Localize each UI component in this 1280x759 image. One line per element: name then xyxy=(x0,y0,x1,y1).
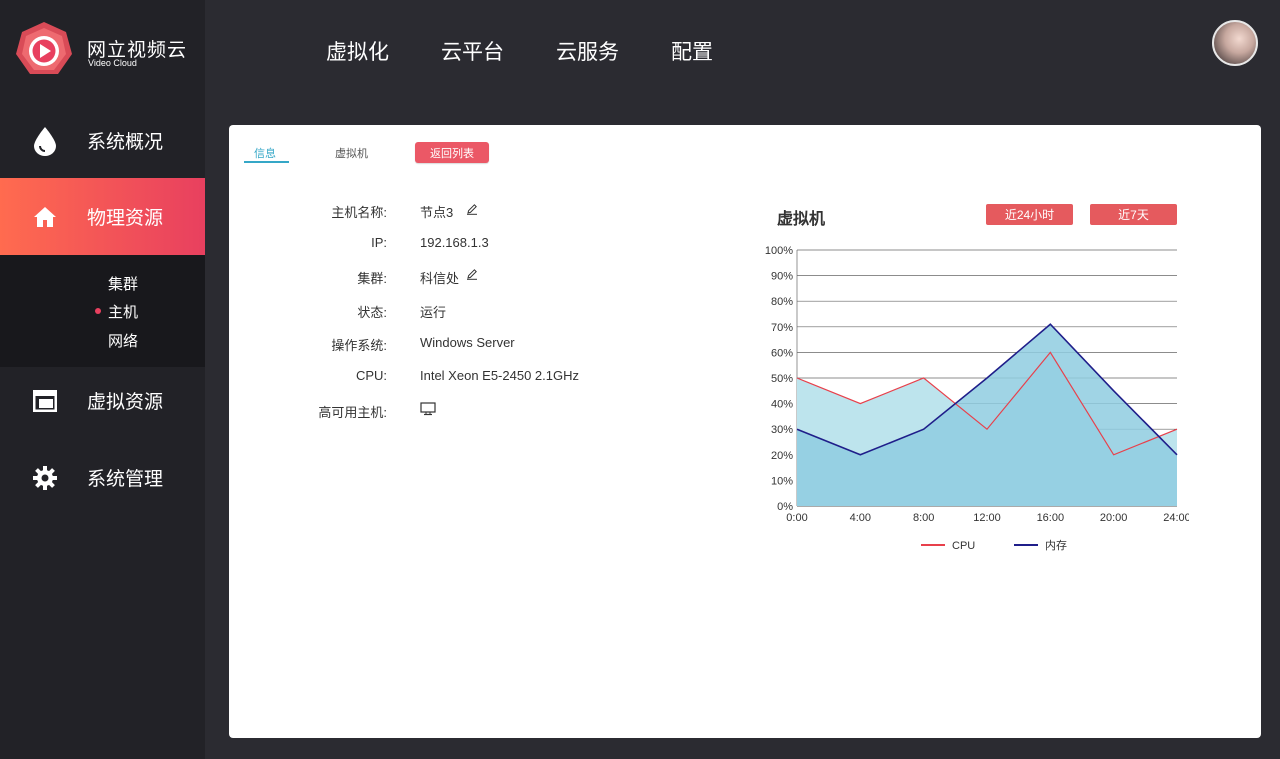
info-value-cpu: Intel Xeon E5-2450 2.1GHz xyxy=(420,368,579,383)
submenu-item-network[interactable]: 网络 xyxy=(108,330,138,351)
y-tick-label: 80% xyxy=(771,296,793,308)
y-tick-label: 50% xyxy=(771,373,793,385)
info-label-cpu: CPU: xyxy=(355,368,387,383)
legend-label: CPU xyxy=(952,540,975,552)
y-tick-label: 70% xyxy=(771,322,793,334)
range-7d-button[interactable]: 近7天 xyxy=(1090,204,1177,225)
brand-subtitle: Video Cloud xyxy=(88,58,137,68)
sidebar-item-label: 物理资源 xyxy=(87,208,164,229)
top-nav-virtualization[interactable]: 虚拟化 xyxy=(326,36,389,66)
x-tick-label: 4:00 xyxy=(850,512,871,524)
tab-virtual-machines[interactable]: 虚拟机 xyxy=(335,145,368,161)
edit-cluster-icon[interactable] xyxy=(466,268,478,280)
home-icon xyxy=(30,202,60,232)
y-tick-label: 100% xyxy=(765,245,793,257)
sidebar-item-overview[interactable]: 系统概况 xyxy=(0,102,205,179)
info-value-hostname: 节点3 xyxy=(420,205,454,220)
y-tick-label: 90% xyxy=(771,271,793,283)
active-indicator-dot xyxy=(95,308,101,314)
chart-title: 虚拟机 xyxy=(777,211,826,228)
layout-icon xyxy=(30,386,60,416)
submenu-item-host[interactable]: 主机 xyxy=(108,301,138,322)
x-tick-label: 24:00 xyxy=(1163,512,1189,524)
y-tick-label: 30% xyxy=(771,424,793,436)
top-nav-cloud-service[interactable]: 云服务 xyxy=(556,36,619,66)
x-tick-label: 16:00 xyxy=(1037,512,1065,524)
top-nav-cloud-platform[interactable]: 云平台 xyxy=(441,36,504,66)
active-tab-underline xyxy=(244,161,289,163)
brand-logo[interactable]: 网立视频云 Video Cloud xyxy=(14,20,204,80)
x-tick-label: 12:00 xyxy=(973,512,1001,524)
x-tick-label: 0:00 xyxy=(786,512,807,524)
sidebar-item-label: 虚拟资源 xyxy=(87,392,164,413)
info-label-ha-host: 高可用主机: xyxy=(318,405,387,420)
physical-resources-submenu: 集群 主机 网络 xyxy=(0,255,205,367)
y-tick-label: 60% xyxy=(771,347,793,359)
info-label-ip: IP: xyxy=(371,235,387,250)
back-to-list-button[interactable]: 返回列表 xyxy=(415,142,489,163)
tab-info[interactable]: 信息 xyxy=(254,145,276,161)
y-tick-label: 10% xyxy=(771,475,793,487)
host-detail-panel: 信息 虚拟机 返回列表 主机名称: 节点3 IP: 192.168.1.3 集群… xyxy=(229,125,1261,738)
sidebar-item-label: 系统管理 xyxy=(87,469,164,490)
info-value-ip: 192.168.1.3 xyxy=(420,235,489,250)
info-value-cluster: 科信处 xyxy=(420,271,460,286)
drop-icon xyxy=(30,126,60,156)
top-nav-config[interactable]: 配置 xyxy=(671,36,713,66)
sidebar-item-physical-resources[interactable]: 物理资源 xyxy=(0,178,205,255)
range-24h-button[interactable]: 近24小时 xyxy=(986,204,1073,225)
y-tick-label: 20% xyxy=(771,450,793,462)
info-label-status: 状态: xyxy=(357,305,387,320)
x-tick-label: 8:00 xyxy=(913,512,934,524)
edit-hostname-icon[interactable] xyxy=(466,203,478,215)
info-value-os: Windows Server xyxy=(420,335,515,350)
info-label-hostname: 主机名称: xyxy=(331,205,387,220)
sidebar-item-label: 系统概况 xyxy=(87,132,164,153)
monitor-icon[interactable] xyxy=(420,402,436,416)
video-cloud-logo-icon xyxy=(16,22,72,74)
sidebar-item-virtual-resources[interactable]: 虚拟资源 xyxy=(0,362,205,439)
info-label-os: 操作系统: xyxy=(331,338,387,353)
usage-area-chart: 0%10%20%30%40%50%60%70%80%90%100%0:00 4:0… xyxy=(765,245,1189,552)
user-avatar[interactable] xyxy=(1212,20,1258,66)
info-label-cluster: 集群: xyxy=(357,271,387,286)
legend-label: 内存 xyxy=(1045,538,1067,552)
sidebar: 网立视频云 Video Cloud 系统概况 物理资源 集群 主机 网络 虚拟资… xyxy=(0,0,205,759)
y-tick-label: 40% xyxy=(771,399,793,411)
top-navbar: 虚拟化 云平台 云服务 配置 xyxy=(205,0,1280,100)
info-value-status: 运行 xyxy=(420,305,447,320)
gear-icon xyxy=(30,463,60,493)
sidebar-item-system-management[interactable]: 系统管理 xyxy=(0,439,205,516)
submenu-item-cluster[interactable]: 集群 xyxy=(108,273,138,294)
x-tick-label: 20:00 xyxy=(1100,512,1128,524)
